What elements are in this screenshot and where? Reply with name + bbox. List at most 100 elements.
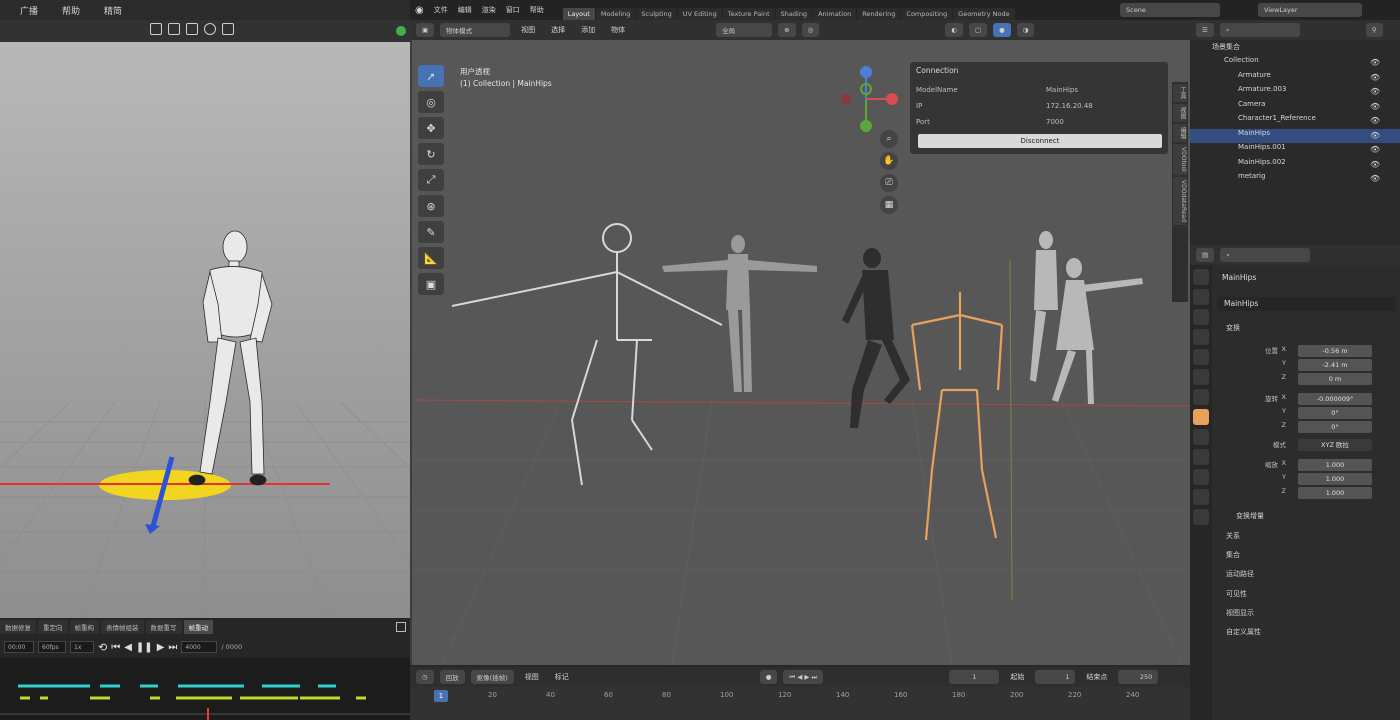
current-frame-field[interactable]: 1 (949, 670, 1000, 684)
pan-hand-icon[interactable]: ✋ (880, 152, 898, 170)
scene-props-icon[interactable] (1193, 349, 1209, 365)
filter-icon[interactable]: ⚲ (1365, 23, 1383, 37)
section-viewport-display[interactable]: 视图显示 (1226, 608, 1254, 618)
view-layer-props-icon[interactable] (1193, 329, 1209, 345)
xray-icon[interactable]: ▢ (968, 23, 988, 37)
constraint-props-icon[interactable] (1193, 469, 1209, 485)
location-z-field[interactable]: 0 m (1298, 373, 1372, 385)
orientation-dropdown[interactable]: 全局 (716, 23, 773, 37)
texture-props-icon[interactable] (1193, 509, 1209, 525)
fit-view-icon[interactable] (150, 23, 162, 35)
camera-view-icon[interactable]: ⎚ (880, 174, 898, 192)
overlay-icon[interactable]: ◐ (945, 23, 963, 37)
tab-texture-paint[interactable]: Texture Paint (722, 8, 775, 20)
collection-props-icon[interactable] (1193, 389, 1209, 405)
menu-file[interactable]: 文件 (429, 5, 453, 15)
cursor-tool-icon[interactable]: ◎ (418, 91, 444, 113)
camera-icon[interactable] (222, 23, 234, 35)
outliner-search[interactable]: ⌕ (1219, 23, 1300, 37)
output-props-icon[interactable] (1193, 309, 1209, 325)
menu-playback[interactable]: 回放 (439, 670, 465, 684)
zoom-icon[interactable]: ⌕ (880, 130, 898, 148)
outliner-item[interactable]: MainHips.002 👁 (1190, 158, 1400, 172)
3d-viewport[interactable]: ➚ ◎ ✥ ↻ ⤢ ⊛ ✎ 📐 ▣ 用户透视 (1) Collection | … (412, 40, 1190, 665)
record-icon[interactable]: ● (759, 670, 778, 684)
menu-broadcast[interactable]: 广播 (20, 4, 38, 17)
sidebar-tab-edit[interactable]: 编辑 (1173, 124, 1187, 142)
ortho-toggle-icon[interactable]: ▦ (880, 196, 898, 214)
outliner-item[interactable]: Collection 👁 (1190, 56, 1400, 70)
location-y-field[interactable]: -2.41 m (1298, 359, 1372, 371)
blender-logo-icon[interactable]: ◉ (410, 5, 429, 16)
visibility-eye-icon[interactable]: 👁 (1370, 174, 1380, 183)
proportional-icon[interactable]: ◎ (801, 23, 820, 37)
left-3d-viewport[interactable] (0, 42, 410, 618)
scene-selector[interactable]: Scene (1120, 3, 1220, 17)
axis-gizmo[interactable] (836, 64, 906, 134)
visibility-eye-icon[interactable]: 👁 (1370, 145, 1380, 154)
tab-retarget[interactable]: 重定向 (38, 620, 68, 634)
timeline-editor-type[interactable]: ◷ (416, 670, 434, 684)
add-cube-tool-icon[interactable]: ▣ (418, 273, 444, 295)
disconnect-button[interactable]: Disconnect (918, 134, 1162, 148)
visibility-eye-icon[interactable]: 👁 (1370, 87, 1380, 96)
modifier-props-icon[interactable] (1193, 429, 1209, 445)
delta-transform-section[interactable]: 变换增量 (1236, 511, 1264, 521)
mode-dropdown[interactable]: 物体模式 (440, 23, 511, 37)
move-tool-icon[interactable]: ✥ (418, 117, 444, 139)
visibility-eye-icon[interactable]: 👁 (1370, 102, 1380, 111)
transport-controls[interactable]: ⏮ ◀ ▶ ⏭ (783, 670, 824, 684)
outliner-item[interactable]: Character1_Reference 👁 (1190, 114, 1400, 128)
menu-select[interactable]: 选择 (546, 25, 570, 35)
shading-solid-icon[interactable]: ● (993, 23, 1011, 37)
port-value[interactable]: 7000 (1046, 118, 1064, 126)
shading-material-icon[interactable]: ◑ (1016, 23, 1035, 37)
outliner-item[interactable]: MainHips 👁 (1190, 128, 1400, 143)
outliner-editor-type[interactable]: ☰ (1196, 23, 1214, 37)
tab-modeling[interactable]: Modeling (595, 8, 636, 20)
menu-keying[interactable]: 抠像(插帧) (470, 670, 514, 684)
rotation-z-field[interactable]: 0° (1298, 421, 1372, 433)
visibility-eye-icon[interactable]: 👁 (1370, 131, 1380, 140)
section-visibility[interactable]: 可见性 (1226, 589, 1247, 599)
scale-y-field[interactable]: 1.000 (1298, 473, 1372, 485)
scale-x-field[interactable]: 1.000 (1298, 459, 1372, 471)
properties-search[interactable]: ⌕ (1220, 248, 1311, 262)
tab-animation[interactable]: Animation (813, 8, 857, 20)
model-name-value[interactable]: MainHips (1046, 86, 1078, 94)
tab-geometry-nodes[interactable]: Geometry Node (953, 8, 1015, 20)
visibility-eye-icon[interactable]: 👁 (1370, 73, 1380, 82)
menu-render[interactable]: 渲染 (477, 5, 501, 15)
editor-type-button[interactable]: ▣ (416, 23, 435, 37)
tab-rendering[interactable]: Rendering (857, 8, 901, 20)
menu-help[interactable]: 帮助 (525, 5, 549, 15)
sidebar-tab-vdotool[interactable]: VDOtool (1173, 144, 1187, 175)
outliner-root[interactable]: 场景集合 (1190, 42, 1400, 56)
outliner-item[interactable]: metarig 👁 (1190, 172, 1400, 186)
menu-simplify[interactable]: 精简 (104, 4, 122, 17)
object-props-icon[interactable] (1193, 409, 1209, 425)
menu-edit[interactable]: 编辑 (453, 5, 477, 15)
frame-icon[interactable] (186, 23, 198, 35)
grid-icon[interactable] (168, 23, 180, 35)
ip-value[interactable]: 172.16.20.48 (1046, 102, 1093, 110)
tab-sculpting[interactable]: Sculpting (636, 8, 677, 20)
pause-icon[interactable]: ❚❚ (136, 642, 153, 653)
next-icon[interactable]: ▶ (157, 642, 165, 653)
prev-icon[interactable]: ◀ (124, 642, 132, 653)
annotate-tool-icon[interactable]: ✎ (418, 221, 444, 243)
menu-marker[interactable]: 标记 (550, 672, 574, 682)
sidebar-tab-vdodataread[interactable]: VDOdataRead (1173, 176, 1187, 225)
visibility-eye-icon[interactable]: 👁 (1370, 58, 1380, 67)
timeline-ruler[interactable]: 1 20 40 60 80 100 120 140 160 180 200 220 240 (410, 687, 1190, 720)
menu-view[interactable]: 视图 (516, 25, 540, 35)
transform-tool-icon[interactable]: ⊛ (418, 195, 444, 217)
rotate-tool-icon[interactable]: ↻ (418, 143, 444, 165)
menu-timeline-view[interactable]: 视图 (520, 672, 544, 682)
tab-compositing[interactable]: Compositing (901, 8, 953, 20)
section-relations[interactable]: 关系 (1226, 531, 1240, 541)
tab-frame-rebuild[interactable]: 帧重构 (69, 620, 99, 634)
sidebar-tab-view[interactable]: 视图 (1173, 104, 1187, 122)
section-collections[interactable]: 集合 (1226, 550, 1240, 560)
rotation-y-field[interactable]: 0° (1298, 407, 1372, 419)
